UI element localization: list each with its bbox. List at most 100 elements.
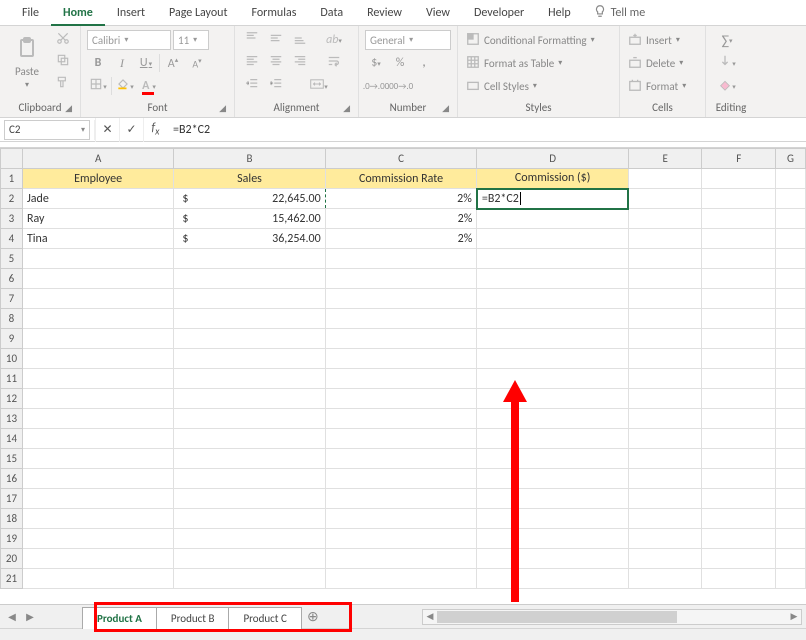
cell[interactable]: [776, 409, 806, 429]
cell[interactable]: [776, 509, 806, 529]
cell[interactable]: [477, 529, 629, 549]
cell[interactable]: [22, 309, 173, 329]
cell[interactable]: [776, 369, 806, 389]
cell[interactable]: [325, 289, 477, 309]
cell[interactable]: [628, 389, 702, 409]
spreadsheet-grid[interactable]: ABCDEFG1EmployeeSalesCommission RateComm…: [0, 148, 806, 604]
decrease-indent-button[interactable]: [241, 76, 263, 96]
cell[interactable]: =B2*C2: [477, 189, 629, 209]
cell[interactable]: $15,462.00: [174, 209, 325, 229]
cell-styles-button[interactable]: Cell Styles▾: [464, 76, 597, 96]
grow-font-button[interactable]: A▴: [162, 53, 184, 73]
cell[interactable]: [628, 549, 702, 569]
align-middle-button[interactable]: [265, 30, 287, 50]
row-header[interactable]: 6: [1, 269, 23, 289]
cell[interactable]: [776, 289, 806, 309]
ribbon-tab-review[interactable]: Review: [355, 0, 414, 26]
cell[interactable]: Commission ($): [477, 169, 629, 189]
cell[interactable]: [477, 489, 629, 509]
cell[interactable]: [628, 489, 702, 509]
cell[interactable]: [628, 249, 702, 269]
cell[interactable]: [477, 509, 629, 529]
align-left-button[interactable]: [241, 53, 263, 73]
formula-input[interactable]: =B2*C2: [167, 123, 806, 137]
font-name-select[interactable]: Calibri▾: [87, 30, 171, 50]
cell[interactable]: [628, 349, 702, 369]
cell[interactable]: [174, 509, 325, 529]
accounting-format-button[interactable]: $▾: [365, 53, 387, 73]
tab-scroll-right-button[interactable]: ▶: [22, 607, 38, 627]
row-header[interactable]: 18: [1, 509, 23, 529]
increase-decimal-button[interactable]: .0→.00: [365, 76, 387, 96]
ribbon-tab-formulas[interactable]: Formulas: [239, 0, 308, 26]
cell[interactable]: [477, 569, 629, 589]
cell[interactable]: [628, 509, 702, 529]
cell[interactable]: [628, 309, 702, 329]
comma-format-button[interactable]: ,: [413, 53, 435, 73]
row-header[interactable]: 13: [1, 409, 23, 429]
cell[interactable]: [22, 389, 173, 409]
cell[interactable]: [325, 409, 477, 429]
cell[interactable]: [702, 469, 776, 489]
cell[interactable]: [702, 509, 776, 529]
cell[interactable]: [174, 309, 325, 329]
cell[interactable]: [477, 229, 629, 249]
cell[interactable]: [776, 389, 806, 409]
autosum-button[interactable]: ∑▾: [712, 30, 742, 50]
tab-scroll-left-button[interactable]: ◀: [4, 607, 20, 627]
cell[interactable]: [628, 269, 702, 289]
cell[interactable]: [22, 489, 173, 509]
orientation-button[interactable]: ab▾: [323, 30, 345, 50]
cell[interactable]: [325, 429, 477, 449]
cell[interactable]: [776, 189, 806, 209]
cell[interactable]: [477, 549, 629, 569]
align-center-button[interactable]: [265, 53, 287, 73]
insert-function-button[interactable]: fx: [143, 118, 167, 142]
cell[interactable]: [776, 489, 806, 509]
row-header[interactable]: 4: [1, 229, 23, 249]
cell[interactable]: [702, 529, 776, 549]
cell[interactable]: [776, 449, 806, 469]
cell[interactable]: [325, 489, 477, 509]
row-header[interactable]: 21: [1, 569, 23, 589]
column-header[interactable]: E: [628, 149, 702, 169]
cell[interactable]: [477, 269, 629, 289]
cell[interactable]: [702, 429, 776, 449]
cell[interactable]: [174, 369, 325, 389]
ribbon-tab-insert[interactable]: Insert: [105, 0, 157, 26]
column-header[interactable]: C: [325, 149, 477, 169]
tell-me-search[interactable]: Tell me: [583, 4, 656, 22]
cell[interactable]: [628, 329, 702, 349]
cell[interactable]: [325, 329, 477, 349]
enter-formula-button[interactable]: ✓: [119, 118, 143, 142]
ribbon-tab-file[interactable]: File: [10, 0, 51, 26]
cell[interactable]: [628, 529, 702, 549]
row-header[interactable]: 9: [1, 329, 23, 349]
cell[interactable]: [22, 329, 173, 349]
cell[interactable]: [477, 289, 629, 309]
cell[interactable]: [702, 189, 776, 209]
cell[interactable]: [776, 209, 806, 229]
cell[interactable]: [325, 509, 477, 529]
cell[interactable]: [174, 569, 325, 589]
cell[interactable]: [628, 429, 702, 449]
cell[interactable]: [174, 409, 325, 429]
align-right-button[interactable]: [289, 53, 311, 73]
cell[interactable]: [174, 329, 325, 349]
ribbon-tab-data[interactable]: Data: [308, 0, 355, 26]
sheet-tab-product-c[interactable]: Product C: [228, 607, 301, 629]
cell[interactable]: [325, 269, 477, 289]
font-color-button[interactable]: A▾: [138, 76, 160, 96]
cell[interactable]: [628, 289, 702, 309]
increase-indent-button[interactable]: [265, 76, 287, 96]
format-cells-button[interactable]: Format▾: [626, 76, 688, 96]
cell[interactable]: Ray: [22, 209, 173, 229]
row-header[interactable]: 15: [1, 449, 23, 469]
ribbon-tab-view[interactable]: View: [414, 0, 462, 26]
cell[interactable]: [174, 289, 325, 309]
cell[interactable]: [477, 249, 629, 269]
row-header[interactable]: 1: [1, 169, 23, 189]
cell[interactable]: [628, 449, 702, 469]
fill-button[interactable]: ▾: [712, 53, 742, 73]
cell[interactable]: [776, 529, 806, 549]
